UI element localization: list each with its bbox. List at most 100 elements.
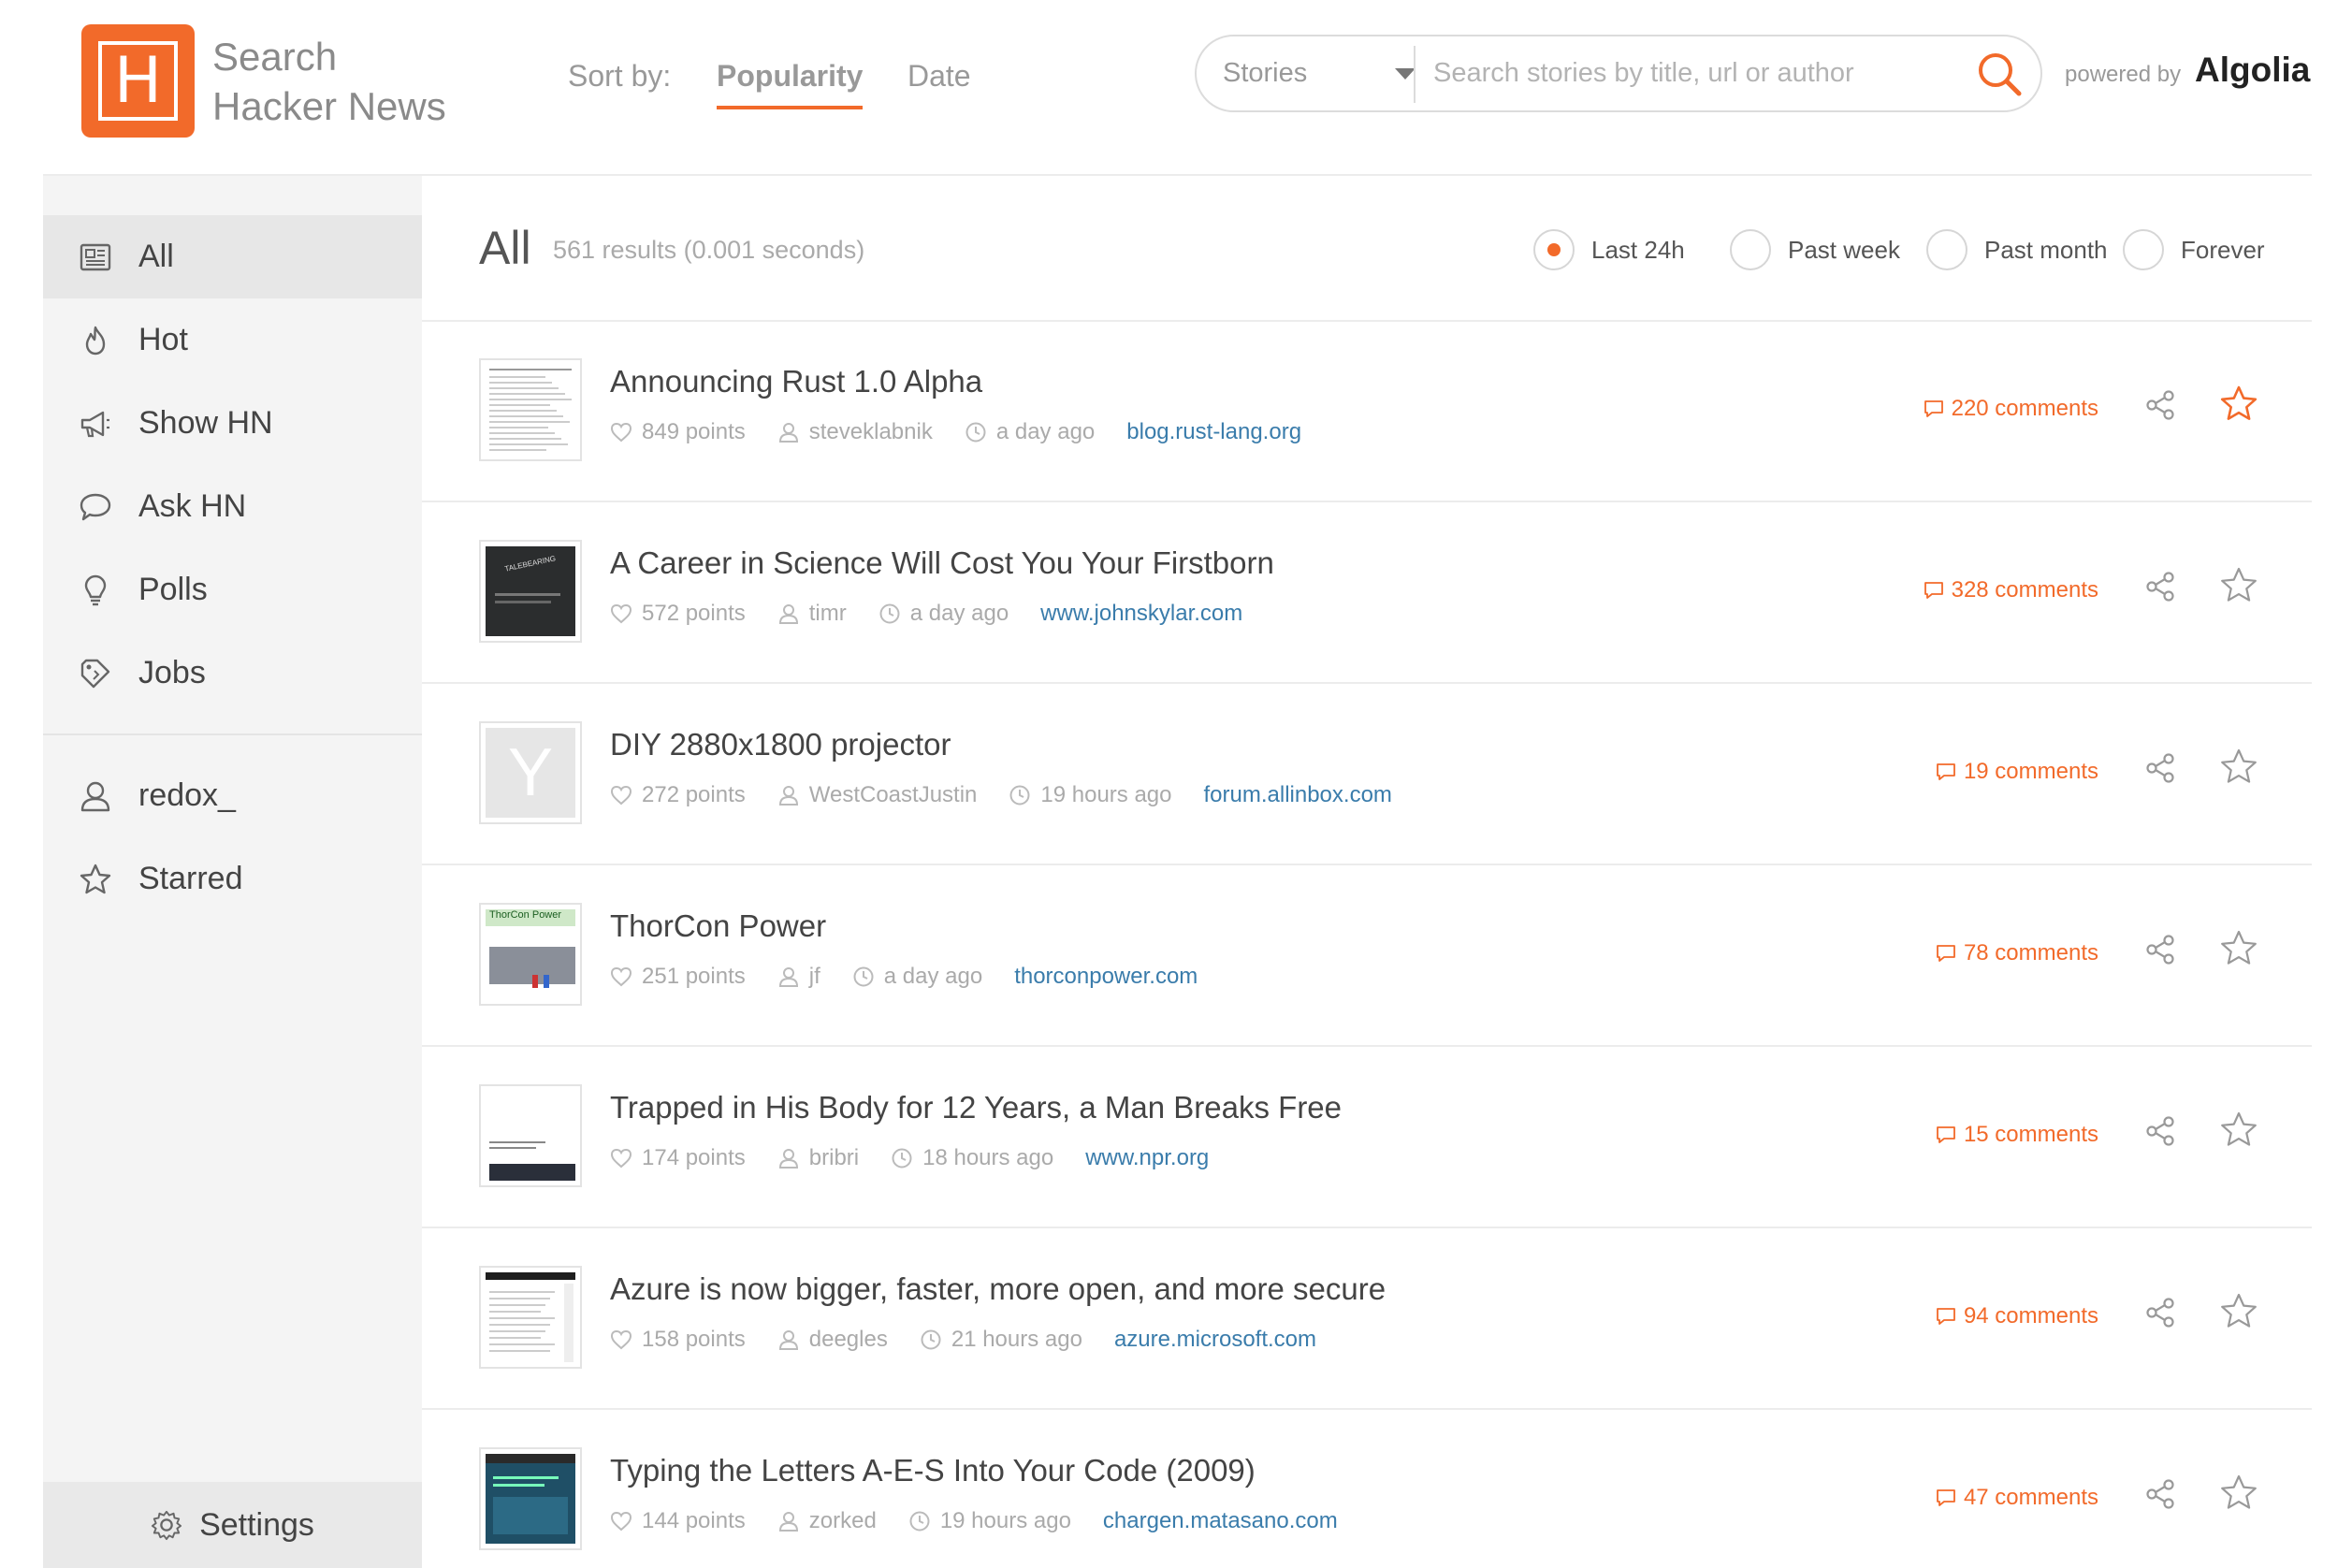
tag-icon	[80, 659, 110, 688]
story-points[interactable]: 174 points	[610, 1145, 746, 1171]
search-scope-select[interactable]: Stories	[1223, 36, 1416, 110]
story-comments-link[interactable]: 19 comments	[1936, 759, 2098, 785]
share-icon[interactable]	[2143, 570, 2177, 603]
share-icon[interactable]	[2143, 388, 2177, 422]
story-title[interactable]: ThorCon Power	[610, 908, 826, 944]
author-text: timr	[808, 601, 847, 626]
star-icon[interactable]	[2219, 385, 2258, 424]
share-icon[interactable]	[2143, 1296, 2177, 1329]
sidebar-item-starred[interactable]: Starred	[43, 837, 422, 921]
story-time[interactable]: 19 hours ago	[908, 1508, 1071, 1534]
radio-selected-icon	[1533, 229, 1575, 270]
story-url[interactable]: www.johnskylar.com	[1040, 601, 1242, 627]
story-author[interactable]: zorked	[777, 1508, 877, 1534]
story-url[interactable]: blog.rust-lang.org	[1126, 419, 1301, 445]
story-comments-link[interactable]: 220 comments	[1924, 396, 2098, 422]
story-title[interactable]: A Career in Science Will Cost You Your F…	[610, 545, 1274, 581]
story-points[interactable]: 251 points	[610, 964, 746, 990]
author-text: jf	[808, 964, 820, 989]
star-icon[interactable]	[2219, 929, 2258, 968]
story-title[interactable]: Announcing Rust 1.0 Alpha	[610, 364, 982, 399]
story-thumbnail[interactable]: ThorCon Power	[479, 903, 582, 1006]
story-points[interactable]: 272 points	[610, 782, 746, 808]
story-url[interactable]: azure.microsoft.com	[1114, 1327, 1316, 1353]
story-time[interactable]: a day ago	[852, 964, 982, 990]
search-input[interactable]	[1433, 46, 1967, 101]
story-time[interactable]: 18 hours ago	[891, 1145, 1053, 1171]
sidebar-item-user[interactable]: redox_	[43, 754, 422, 837]
story-url[interactable]: forum.allinbox.com	[1204, 782, 1392, 808]
thumbnail-image: Y	[486, 728, 575, 818]
filter-forever[interactable]: Forever	[2123, 228, 2265, 271]
story-title[interactable]: Trapped in His Body for 12 Years, a Man …	[610, 1090, 1342, 1125]
thumbnail-image	[486, 1272, 575, 1362]
story-time[interactable]: a day ago	[965, 419, 1095, 445]
share-icon[interactable]	[2143, 933, 2177, 966]
story-points[interactable]: 572 points	[610, 601, 746, 627]
story-time[interactable]: 19 hours ago	[1009, 782, 1172, 808]
hn-logo[interactable]: H	[81, 24, 195, 138]
algolia-logo[interactable]: Algolia	[2195, 51, 2310, 90]
share-icon[interactable]	[2143, 1477, 2177, 1511]
story-points[interactable]: 144 points	[610, 1508, 746, 1534]
sort-popularity-tab[interactable]: Popularity	[717, 59, 864, 109]
user-icon	[80, 781, 110, 811]
story-title[interactable]: Azure is now bigger, faster, more open, …	[610, 1271, 1386, 1307]
story-title[interactable]: Typing the Letters A-E-S Into Your Code …	[610, 1453, 1256, 1488]
story-comments-link[interactable]: 78 comments	[1936, 940, 2098, 966]
comments-text: 94 comments	[1963, 1303, 2098, 1328]
sidebar-item-polls[interactable]: Polls	[43, 548, 422, 632]
story-row: Typing the Letters A-E-S Into Your Code …	[422, 1410, 2312, 1568]
search-icon[interactable]	[1975, 50, 2024, 98]
star-icon[interactable]	[2219, 1474, 2258, 1513]
brand-title[interactable]: Search Hacker News	[212, 32, 446, 131]
filter-past-month[interactable]: Past month	[1926, 228, 2108, 271]
story-author[interactable]: jf	[777, 964, 820, 990]
story-author[interactable]: timr	[777, 601, 847, 627]
star-icon[interactable]	[2219, 748, 2258, 787]
story-author[interactable]: deegles	[777, 1327, 888, 1353]
story-thumbnail[interactable]	[479, 1084, 582, 1187]
story-author[interactable]: steveklabnik	[777, 419, 933, 445]
star-icon[interactable]	[2219, 1111, 2258, 1150]
story-points[interactable]: 158 points	[610, 1327, 746, 1353]
story-thumbnail[interactable]	[479, 1447, 582, 1550]
sort-date-tab[interactable]: Date	[907, 59, 971, 94]
story-comments-link[interactable]: 15 comments	[1936, 1122, 2098, 1148]
share-icon[interactable]	[2143, 751, 2177, 785]
comment-icon	[1924, 400, 1943, 417]
story-comments-link[interactable]: 328 comments	[1924, 577, 2098, 603]
story-thumbnail[interactable]	[479, 1266, 582, 1369]
share-icon[interactable]	[2143, 1114, 2177, 1148]
story-time[interactable]: a day ago	[878, 601, 1009, 627]
filter-past-week[interactable]: Past week	[1730, 228, 1900, 271]
story-time[interactable]: 21 hours ago	[920, 1327, 1082, 1353]
sidebar-item-jobs[interactable]: Jobs	[43, 632, 422, 715]
sidebar-item-label: Show HN	[138, 405, 273, 441]
filter-last-24h[interactable]: Last 24h	[1533, 228, 1685, 271]
story-title[interactable]: DIY 2880x1800 projector	[610, 727, 951, 762]
star-icon[interactable]	[2219, 1292, 2258, 1331]
sidebar-item-hot[interactable]: Hot	[43, 298, 422, 382]
story-author[interactable]: bribri	[777, 1145, 859, 1171]
flame-icon	[85, 326, 106, 355]
thumbnail-caption: TALEBEARING	[503, 554, 557, 573]
story-comments-link[interactable]: 94 comments	[1936, 1303, 2098, 1329]
settings-button[interactable]: Settings	[43, 1482, 422, 1568]
story-thumbnail[interactable]: TALEBEARING	[479, 540, 582, 643]
time-text: a day ago	[909, 601, 1009, 626]
comment-icon	[1937, 763, 1955, 780]
story-url[interactable]: www.npr.org	[1085, 1145, 1209, 1171]
sidebar-item-all[interactable]: All	[43, 215, 422, 298]
sidebar-item-show-hn[interactable]: Show HN	[43, 382, 422, 465]
story-thumbnail[interactable]: Y	[479, 721, 582, 824]
story-url[interactable]: thorconpower.com	[1014, 964, 1198, 990]
story-author[interactable]: WestCoastJustin	[777, 782, 977, 808]
story-url[interactable]: chargen.matasano.com	[1103, 1508, 1338, 1534]
star-icon[interactable]	[2219, 566, 2258, 605]
story-thumbnail[interactable]	[479, 358, 582, 461]
story-points[interactable]: 849 points	[610, 419, 746, 445]
points-text: 174 points	[642, 1145, 746, 1170]
story-comments-link[interactable]: 47 comments	[1936, 1485, 2098, 1511]
sidebar-item-ask-hn[interactable]: Ask HN	[43, 465, 422, 548]
